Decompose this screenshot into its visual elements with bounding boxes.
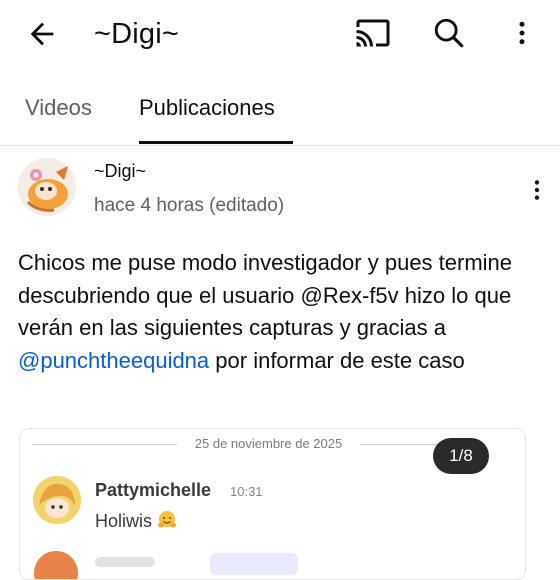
- more-vert-icon: [534, 180, 540, 200]
- tab-videos[interactable]: Videos: [25, 94, 92, 122]
- avatar-illustration: [18, 158, 76, 216]
- channel-tabs: Videos Publicaciones: [0, 70, 560, 146]
- next-message-avatar: [34, 551, 78, 579]
- message-text-content: Holiwis: [95, 511, 153, 531]
- search-button[interactable]: [424, 10, 474, 56]
- post-text: Chicos me puse modo investigador y pues …: [18, 247, 548, 377]
- next-message-placeholder: [95, 557, 155, 567]
- channel-title: ~Digi~: [94, 18, 180, 50]
- message-avatar-illustration: [33, 476, 81, 524]
- app-bar: ~Digi~: [0, 0, 560, 70]
- next-message-mention-badge: [210, 553, 298, 575]
- post-timestamp: hace 4 horas (editado): [94, 195, 285, 216]
- date-divider-left: [32, 444, 177, 445]
- post-image-carousel[interactable]: 25 de noviembre de 2025 1/8 Pattymichell…: [19, 428, 526, 580]
- tab-publicaciones[interactable]: Publicaciones: [139, 94, 275, 122]
- more-options-button[interactable]: [502, 10, 542, 56]
- post-text-start: Chicos me puse modo investigador y pues …: [18, 250, 513, 340]
- post-author[interactable]: ~Digi~: [94, 159, 146, 183]
- more-vert-icon: [519, 21, 525, 45]
- message-text: Holiwis: [95, 509, 178, 532]
- hugging-face-emoji-icon: [158, 511, 177, 528]
- author-avatar[interactable]: [18, 158, 76, 216]
- message-time: 10:31: [230, 484, 263, 499]
- message-username: Pattymichelle: [95, 480, 212, 500]
- search-icon: [434, 18, 464, 48]
- image-counter-badge: 1/8: [433, 438, 489, 474]
- back-button[interactable]: [18, 12, 66, 56]
- selected-tab-indicator: [139, 141, 293, 144]
- message-avatar: [33, 476, 81, 524]
- post-text-end: por informar de este caso: [209, 347, 465, 373]
- date-divider-right: [360, 444, 440, 445]
- arrow-back-icon: [30, 22, 54, 46]
- chat-date-label: 25 de noviembre de 2025: [194, 436, 343, 451]
- post-more-button[interactable]: [522, 168, 552, 212]
- cast-icon: [356, 19, 390, 47]
- cast-button[interactable]: [348, 10, 398, 56]
- user-mention-link[interactable]: @punchtheequidna: [18, 348, 209, 373]
